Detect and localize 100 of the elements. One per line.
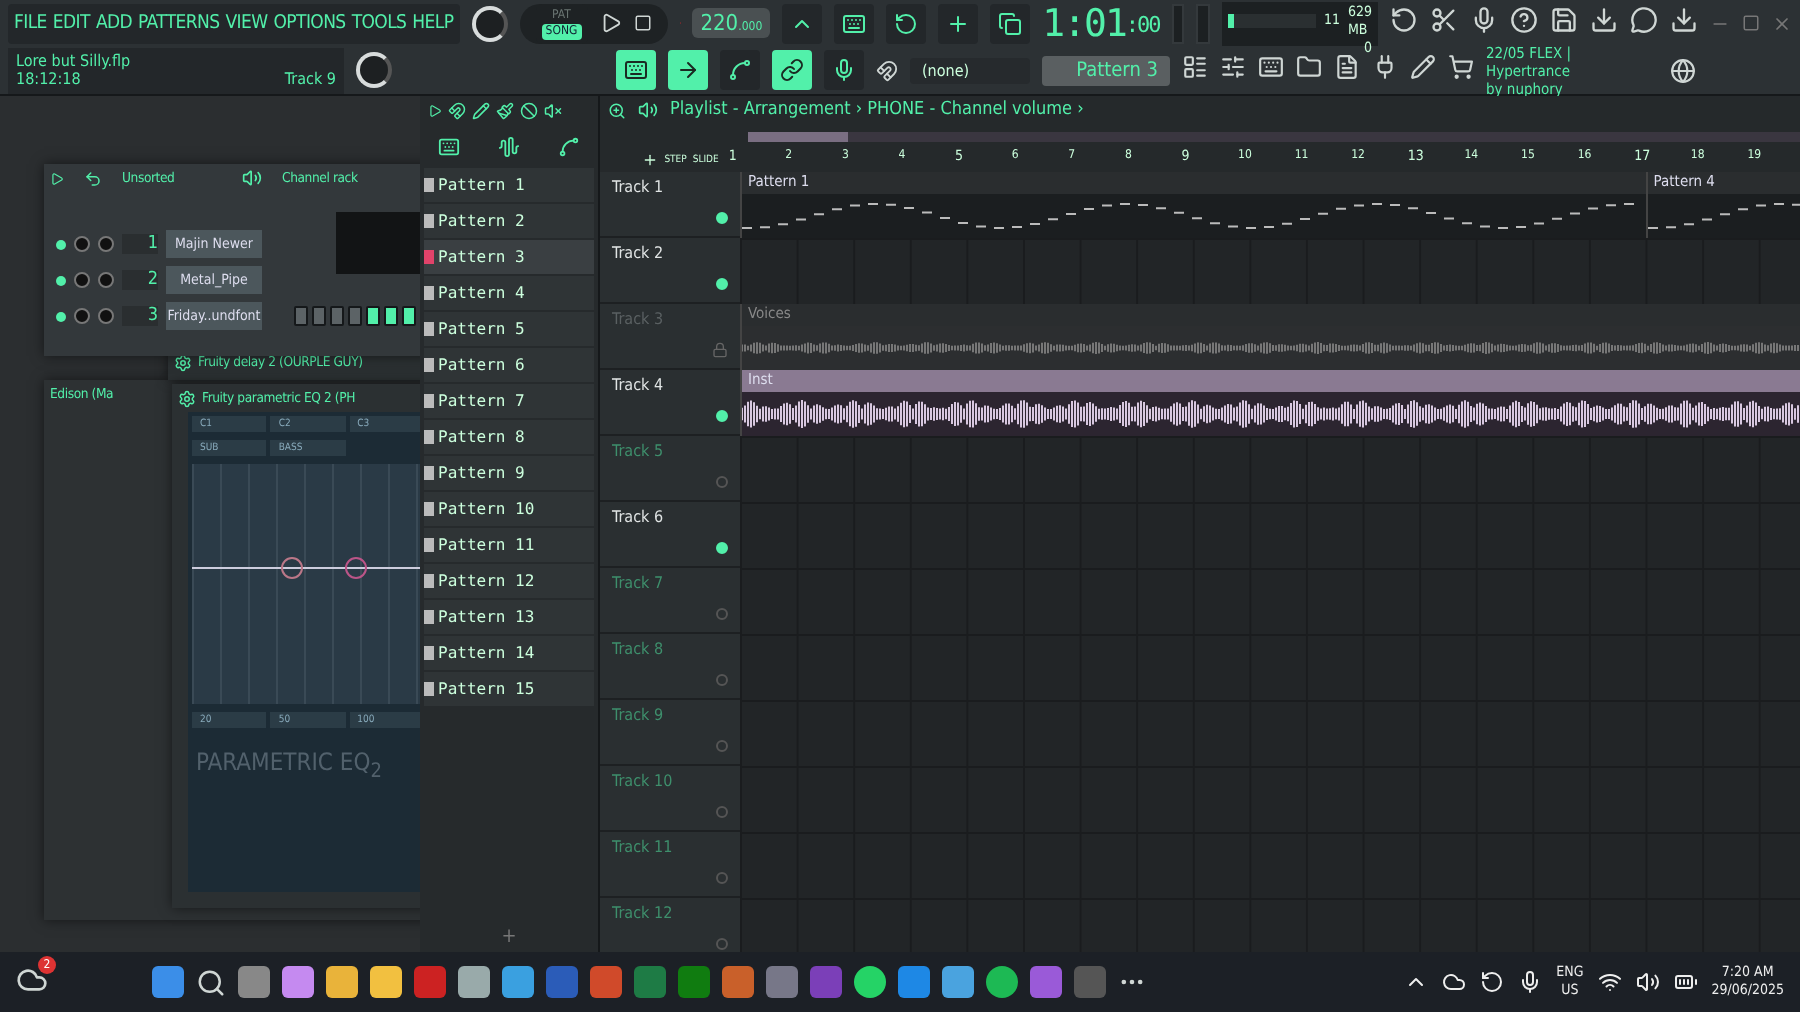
pattern-item[interactable]: Pattern 3 xyxy=(424,240,594,274)
save-icon[interactable] xyxy=(1550,6,1578,34)
channel-number[interactable]: 1 xyxy=(122,234,158,254)
channel-number[interactable]: 3 xyxy=(122,306,158,326)
lock-icon[interactable] xyxy=(712,342,728,358)
record-mode-button[interactable] xyxy=(834,3,875,43)
track-indicator[interactable] xyxy=(716,740,728,752)
mute-tool-icon[interactable] xyxy=(520,101,538,119)
menu-item[interactable]: VIEW xyxy=(225,12,268,34)
playlist-icon[interactable] xyxy=(1182,54,1208,80)
weather-icon[interactable] xyxy=(16,963,48,995)
track-indicator[interactable] xyxy=(716,872,728,884)
scissors-icon[interactable] xyxy=(1430,6,1458,34)
menu-item[interactable]: TOOLS xyxy=(351,12,407,34)
magnet-icon[interactable] xyxy=(876,59,898,81)
step-button[interactable] xyxy=(668,50,708,90)
play-icon[interactable] xyxy=(50,171,64,185)
plus-icon[interactable] xyxy=(642,152,659,168)
close-icon[interactable] xyxy=(1772,13,1792,33)
track-indicator[interactable] xyxy=(716,476,728,488)
channel-led[interactable] xyxy=(56,275,66,285)
step-button[interactable] xyxy=(384,306,398,326)
speaker-muted-icon[interactable] xyxy=(544,101,562,119)
pattern-item[interactable]: Pattern 8 xyxy=(424,420,594,454)
track-indicator[interactable] xyxy=(716,806,728,818)
pattern-item[interactable]: Pattern 11 xyxy=(424,528,594,562)
cart-icon[interactable] xyxy=(1448,54,1474,80)
file-icon[interactable] xyxy=(1334,54,1360,80)
brush-icon[interactable] xyxy=(496,101,514,119)
volume-knob[interactable] xyxy=(98,236,114,252)
menu-item[interactable]: EDIT xyxy=(52,12,90,34)
help-icon[interactable] xyxy=(1510,6,1538,34)
sync-icon[interactable] xyxy=(1480,970,1505,994)
play-icon[interactable] xyxy=(599,12,622,34)
pattern-item[interactable]: Pattern 2 xyxy=(424,204,594,238)
channel-led[interactable] xyxy=(56,311,66,321)
menu-item[interactable]: PATTERNS xyxy=(138,12,220,34)
master-volume-knob[interactable] xyxy=(471,5,508,41)
export-icon[interactable] xyxy=(1670,6,1698,34)
search-icon[interactable] xyxy=(196,967,226,997)
volume-knob[interactable] xyxy=(98,272,114,288)
pan-knob[interactable] xyxy=(74,236,90,252)
track-indicator[interactable] xyxy=(716,674,728,686)
microphone-icon[interactable] xyxy=(1470,6,1498,34)
chat-icon[interactable] xyxy=(1630,6,1658,34)
pan-knob[interactable] xyxy=(74,272,90,288)
pattern-selector[interactable]: Pattern 3 xyxy=(1042,55,1170,85)
pencil-icon[interactable] xyxy=(1410,54,1436,80)
menu-item[interactable]: ADD xyxy=(95,12,133,34)
mixer-icon[interactable] xyxy=(1220,54,1246,80)
pattern-item[interactable]: Pattern 1 xyxy=(424,168,594,202)
pencil-icon[interactable] xyxy=(472,101,490,119)
countdown-button[interactable] xyxy=(886,3,927,43)
volume-knob[interactable] xyxy=(98,308,114,324)
pattern-item[interactable]: Pattern 4 xyxy=(424,276,594,310)
menu-item[interactable]: HELP xyxy=(412,12,454,34)
cloud-icon[interactable] xyxy=(1442,970,1467,994)
pattern-item[interactable]: Pattern 5 xyxy=(424,312,594,346)
link-button[interactable] xyxy=(772,50,812,90)
globe-icon[interactable] xyxy=(1670,57,1696,83)
speaker-icon[interactable] xyxy=(638,100,658,120)
blend-button[interactable] xyxy=(990,3,1031,43)
pattern-item[interactable]: Pattern 10 xyxy=(424,492,594,526)
slide-button[interactable] xyxy=(720,50,760,90)
track-indicator[interactable] xyxy=(716,938,728,950)
undo-icon[interactable] xyxy=(1390,6,1418,34)
metronome-button[interactable] xyxy=(782,3,823,43)
stop-icon[interactable] xyxy=(633,14,652,32)
zoom-icon[interactable] xyxy=(608,101,626,119)
pattern-item[interactable]: Pattern 6 xyxy=(424,348,594,382)
piano-icon[interactable] xyxy=(438,135,461,157)
step-button[interactable] xyxy=(402,306,416,326)
magnet-icon[interactable] xyxy=(448,101,466,119)
step-button[interactable] xyxy=(366,306,380,326)
typing-keyboard-button[interactable] xyxy=(616,50,656,90)
battery-icon[interactable] xyxy=(1673,970,1698,994)
waveform-icon[interactable] xyxy=(497,135,520,157)
undo-icon[interactable] xyxy=(84,169,102,187)
gear-icon[interactable] xyxy=(174,353,192,371)
snap-selector[interactable]: (none) xyxy=(910,57,1030,83)
maximize-icon[interactable] xyxy=(1742,13,1760,31)
menu-item[interactable]: OPTIONS xyxy=(273,12,346,34)
master-pitch-knob[interactable] xyxy=(356,52,392,88)
plug-icon[interactable] xyxy=(1372,54,1398,80)
pan-knob[interactable] xyxy=(74,308,90,324)
pattern-item[interactable]: Pattern 13 xyxy=(424,600,594,634)
piano-roll-icon[interactable] xyxy=(1258,54,1284,80)
channel-number[interactable]: 2 xyxy=(122,270,158,290)
track-indicator[interactable] xyxy=(716,608,728,620)
pattern-item[interactable]: Pattern 12 xyxy=(424,564,594,598)
horizontal-scrollbar[interactable] xyxy=(748,131,1800,141)
pattern-item[interactable]: Pattern 7 xyxy=(424,384,594,418)
volume-icon[interactable] xyxy=(1635,970,1660,994)
speaker-icon[interactable] xyxy=(242,168,262,188)
channel-led[interactable] xyxy=(56,239,66,249)
microphone-icon[interactable] xyxy=(1518,970,1543,994)
download-icon[interactable] xyxy=(1590,6,1618,34)
play-icon[interactable] xyxy=(428,103,442,117)
pattern-item[interactable]: Pattern 9 xyxy=(424,456,594,490)
step-edit-button[interactable] xyxy=(938,3,979,43)
